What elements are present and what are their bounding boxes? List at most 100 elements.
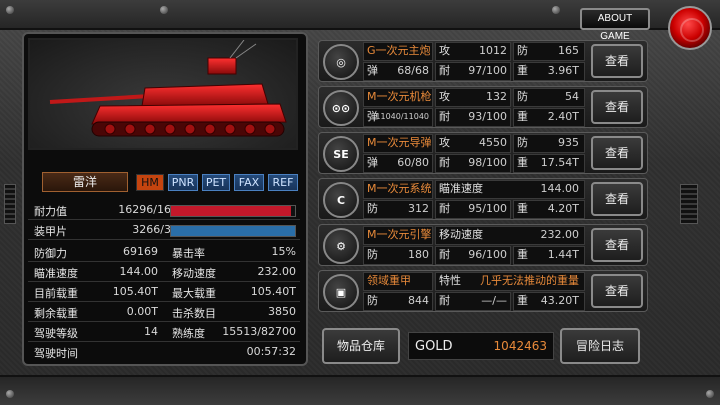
adventure-log-button[interactable]: 冒险日志 [560, 328, 640, 364]
time-value: 00:57:32 [246, 345, 296, 358]
stat-row: 防御力 69169 暴击率 15% [28, 244, 300, 262]
stat-key: 耐 [439, 110, 450, 123]
stat-key: 耐 [439, 294, 450, 307]
durability-bar [170, 205, 296, 217]
chip-ref[interactable]: REF [268, 174, 298, 191]
stat-value: 312 [408, 202, 429, 215]
aim-value: 144.00 [119, 265, 159, 278]
view-equipment-button[interactable]: 查看 [591, 44, 643, 78]
equipment-name: M一次元引擎 [367, 228, 432, 241]
stat-key: 特性 [439, 274, 461, 287]
stat-value: 844 [408, 294, 429, 307]
stat-key: 防 [517, 44, 528, 57]
stat-key: 防 [517, 90, 528, 103]
chip-pet[interactable]: PET [202, 174, 230, 191]
stat-value: 68/68 [397, 64, 429, 77]
stat-key: 攻 [439, 90, 450, 103]
stat-value: 165 [558, 44, 579, 57]
spare-label: 剩余载重 [34, 307, 78, 320]
maxload-label: 最大载重 [172, 287, 216, 300]
view-equipment-button[interactable]: 查看 [591, 274, 643, 308]
gold-label: GOLD [415, 339, 453, 354]
durability-row: 耐力值 16296/16800 [28, 202, 300, 220]
stat-value: 935 [558, 136, 579, 149]
stat-row: 瞄准速度 144.00 移动速度 232.00 [28, 264, 300, 282]
stat-key: 弹 [367, 64, 378, 77]
stat-row: 驾驶时间 00:57:32 [28, 344, 300, 362]
stat-value: 11040/11040 [375, 112, 429, 121]
stat-value: 96/100 [468, 248, 507, 261]
pilot-name[interactable]: 雷洋 [42, 172, 128, 192]
stat-key: 防 [367, 248, 378, 261]
stat-key: 重 [517, 110, 528, 123]
stat-key: 攻 [439, 136, 450, 149]
stat-value: 98/100 [468, 156, 507, 169]
stat-value: 1.44T [547, 248, 579, 261]
kills-label: 击杀数目 [172, 307, 216, 320]
red-menu-button[interactable] [668, 6, 712, 50]
equipment-name: M一次元机枪 [367, 90, 432, 103]
stat-key: 耐 [439, 248, 450, 261]
tank-preview [28, 38, 298, 150]
equipment-name: 领域重甲 [367, 274, 411, 287]
equipment-icon-glyph: ⊙⊙ [331, 101, 351, 115]
view-equipment-button[interactable]: 查看 [591, 136, 643, 170]
stat-value: 54 [565, 90, 579, 103]
equipment-slot: ▣ 领域重甲 特性 几乎无法推动的重量防 844 耐 —/— 重 43.20T 查看 [318, 270, 648, 312]
stat-value: 1012 [479, 44, 507, 57]
durability-bar-fill [171, 206, 292, 216]
equipment-icon: SE [323, 136, 359, 172]
warehouse-button[interactable]: 物品仓库 [322, 328, 400, 364]
stat-value: 17.54T [540, 156, 579, 169]
armor-bar [170, 225, 296, 237]
armor-bar-fill [171, 226, 295, 236]
move-value: 232.00 [257, 265, 297, 278]
gold-display: GOLD 1042463 [408, 332, 554, 360]
equipment-icon: C [323, 182, 359, 218]
stat-key: 重 [517, 156, 528, 169]
stat-value: 144.00 [540, 182, 580, 195]
aim-label: 瞄准速度 [34, 267, 78, 280]
crit-label: 暴击率 [172, 247, 205, 260]
equipment-name: M一次元系统 [367, 182, 432, 195]
equipment-icon: ⊙⊙ [323, 90, 359, 126]
stat-value: 93/100 [468, 110, 507, 123]
durability-label: 耐力值 [34, 205, 67, 218]
move-label: 移动速度 [172, 267, 216, 280]
equipment-icon-glyph: C [336, 193, 346, 207]
stat-key: 移动速度 [439, 228, 483, 241]
gold-value: 1042463 [493, 339, 547, 353]
view-equipment-button[interactable]: 查看 [591, 90, 643, 124]
time-label: 驾驶时间 [34, 347, 78, 360]
skill-value: 15513/82700 [222, 325, 296, 338]
stat-key: 防 [367, 202, 378, 215]
load-value: 105.40T [112, 285, 158, 298]
equipment-icon: ⚙ [323, 228, 359, 264]
view-equipment-button[interactable]: 查看 [591, 228, 643, 262]
stat-row: 剩余载重 0.00T 击杀数目 3850 [28, 304, 300, 322]
chip-fax[interactable]: FAX [234, 174, 264, 191]
kills-value: 3850 [268, 305, 296, 318]
bolt-icon [6, 390, 14, 398]
equipment-icon-glyph: ⚙ [336, 239, 346, 253]
equipment-icon-glyph: SE [333, 147, 349, 161]
equipment-slot: C M一次元系统 瞄准速度 144.00 防 312 耐 95/100 重 4.20T 查看 [318, 178, 648, 220]
stat-key: 耐 [439, 64, 450, 77]
level-label: 驾驶等级 [34, 327, 78, 340]
about-game-button[interactable]: ABOUT GAME [580, 8, 650, 42]
stat-value: 95/100 [468, 202, 507, 215]
spare-value: 0.00T [126, 305, 158, 318]
equipment-icon: ▣ [323, 274, 359, 310]
stat-key: 防 [367, 294, 378, 307]
stat-value: 232.00 [540, 228, 580, 241]
chip-pnr[interactable]: PNR [168, 174, 198, 191]
stat-value: 3.96T [547, 64, 579, 77]
stat-key: 弹 [367, 156, 378, 169]
equipment-icon: ◎ [323, 44, 359, 80]
view-equipment-button[interactable]: 查看 [591, 182, 643, 216]
stat-value: —/— [481, 294, 507, 307]
equipment-icon-glyph: ▣ [335, 285, 347, 299]
crit-value: 15% [271, 245, 296, 258]
chip-hm[interactable]: HM [136, 174, 164, 191]
stat-key: 重 [517, 294, 528, 307]
